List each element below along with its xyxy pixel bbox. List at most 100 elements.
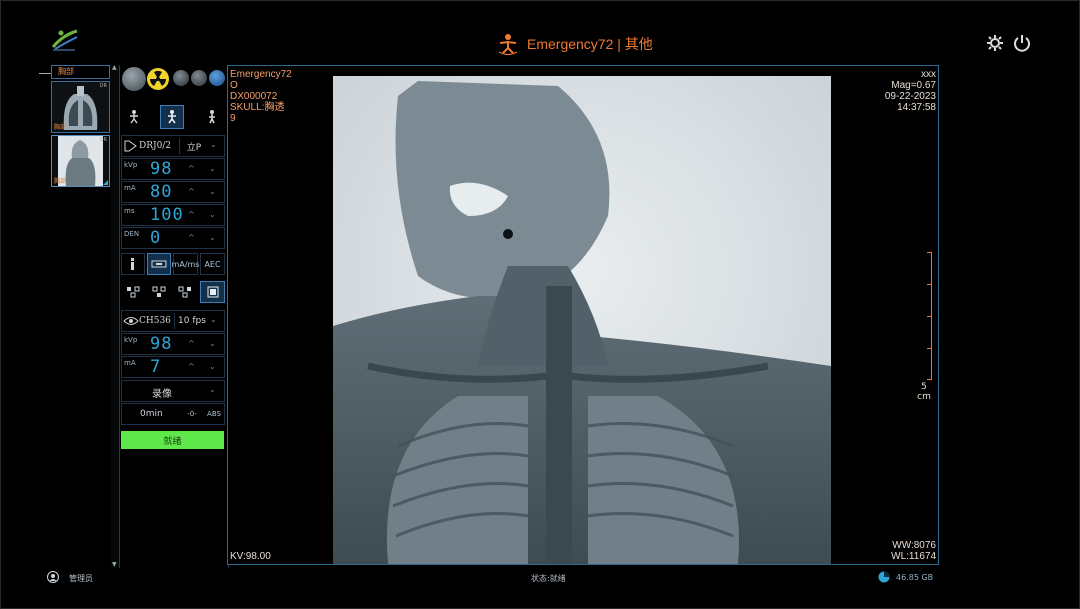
aec-mode-button[interactable]: AEC (200, 253, 225, 275)
abs-button[interactable]: ABS (204, 404, 224, 424)
aec-label: AEC (204, 259, 221, 269)
ma-ms-mode-button[interactable]: mA/ms (171, 253, 200, 275)
scale-label: 5 cm (916, 382, 932, 402)
den-row: DEN 0 ^ ⌄ (121, 227, 225, 249)
status-orb-icon (191, 70, 207, 86)
den-value[interactable]: 0 (150, 228, 161, 248)
decrease-icon[interactable]: ⌄ (209, 339, 216, 348)
logo (51, 29, 78, 51)
fluoro-detector-value[interactable]: CH536 (139, 316, 171, 326)
chevron-down-icon[interactable]: ⌄ (210, 140, 217, 149)
field-center-button[interactable] (147, 281, 171, 303)
status-orb-icon (173, 70, 189, 86)
chamber-icon (151, 260, 167, 268)
kvp-row: kVp 98 ^ ⌄ (121, 158, 225, 180)
field-left-button[interactable] (121, 281, 145, 303)
magnification: Mag=0.67 (891, 80, 936, 91)
detector-value[interactable]: DRJ0/2 (139, 141, 171, 151)
ma-row: mA 80 ^ ⌄ (121, 181, 225, 203)
posture-standing-button[interactable] (121, 105, 147, 129)
scale-value: 5 (921, 382, 927, 392)
standing-person-icon (130, 110, 138, 124)
patient-icon (498, 34, 518, 55)
network-status-icon (209, 70, 225, 86)
thumbnail-label: 胸部 (54, 178, 67, 185)
page-title: Emergency72 | 其他 (527, 36, 653, 52)
info-button[interactable] (121, 253, 145, 275)
fluoro-kvp-row: kVp 98 ^ ⌄ (121, 333, 225, 355)
increase-icon[interactable]: ^ (188, 362, 195, 371)
posture-front-button[interactable] (160, 105, 184, 129)
ms-value[interactable]: 100 (150, 205, 184, 225)
chevron-down-icon: ⌄ (209, 385, 216, 394)
ready-label: 就绪 (163, 436, 182, 447)
fluoro-kvp-value[interactable]: 98 (150, 334, 172, 354)
power-icon[interactable] (1013, 34, 1031, 52)
image-viewer[interactable]: Emergency72 O DX000072 SKULL:胸透 9 xxx Ma… (227, 65, 939, 565)
increase-icon[interactable]: ^ (188, 187, 195, 196)
header-title: Emergency72 | 其他 (497, 32, 653, 56)
field-right-button[interactable] (173, 281, 197, 303)
field-full-icon (207, 286, 218, 298)
body-part: SKULL:胸透 (230, 102, 285, 113)
record-label: 录像 (152, 389, 172, 400)
ready-button[interactable]: 就绪 (121, 431, 224, 449)
series-number: 9 (230, 113, 236, 124)
fluoro-detector-row: CH536 10 fps ⌄ (121, 310, 225, 332)
disk-space: 46.85 GB (896, 573, 934, 582)
decrease-icon[interactable]: ⌄ (209, 210, 216, 219)
field-all-button[interactable] (200, 281, 225, 303)
scroll-down-icon[interactable]: ▼ (112, 561, 117, 568)
user-icon (47, 571, 59, 583)
front-person-icon (168, 110, 176, 124)
thumb-marker (39, 73, 51, 74)
decrease-icon[interactable]: ⌄ (209, 362, 216, 371)
thumbnail-group-header[interactable]: 胸部 (51, 65, 110, 79)
ma-label: mA (124, 184, 136, 192)
posture-side-button[interactable] (199, 105, 225, 129)
chevron-down-icon[interactable]: ⌄ (210, 315, 217, 324)
increase-icon[interactable]: ^ (188, 339, 195, 348)
decrease-icon[interactable]: ⌄ (209, 164, 216, 173)
patient-name: Emergency72 (230, 69, 292, 80)
app-window: Emergency72 | 其他 胸部 DR 胸部 DR 胸部 ▲ ▼ DRJ0… (0, 0, 1080, 609)
scale-ruler (926, 252, 932, 380)
record-select[interactable]: 录像 ⌄ (121, 380, 225, 402)
ma-value[interactable]: 80 (150, 182, 172, 202)
user-name[interactable]: 管理员 (69, 573, 93, 584)
den-label: DEN (124, 230, 140, 238)
ms-label: ms (124, 207, 135, 215)
increase-icon[interactable]: ^ (188, 164, 195, 173)
ma-ms-label: mA/ms (171, 259, 200, 269)
timer-reset-button[interactable]: -0- (182, 404, 202, 424)
thumbnail-tag: DR (99, 83, 107, 89)
decrease-icon[interactable]: ⌄ (209, 233, 216, 242)
side-person-icon (209, 110, 215, 124)
window-width: WW:8076 (892, 540, 936, 551)
timer-value: 0min (140, 409, 163, 419)
decrease-icon[interactable]: ⌄ (209, 187, 216, 196)
detector-row: DRJ0/2 立P ⌄ (121, 135, 225, 157)
thumbnail-image-selected[interactable]: DR 胸部 (51, 135, 110, 187)
fluoro-kvp-label: kVp (124, 336, 138, 344)
fps-select[interactable]: 10 fps (174, 313, 209, 329)
xray-image (228, 66, 938, 564)
scale-unit: cm (917, 392, 931, 402)
gear-icon[interactable] (986, 34, 1004, 52)
position-select[interactable]: 立P (179, 138, 208, 154)
fluoro-ma-value[interactable]: 7 (150, 357, 161, 377)
increase-icon[interactable]: ^ (188, 210, 195, 219)
chamber-button[interactable] (147, 253, 171, 275)
status-text: 状态:就绪 (531, 574, 566, 583)
ms-row: ms 100 ^ ⌄ (121, 204, 225, 226)
eye-icon (123, 317, 139, 325)
info-icon (131, 258, 134, 270)
window-level: WL:11674 (891, 551, 936, 562)
kvp-value[interactable]: 98 (150, 159, 172, 179)
scroll-up-icon[interactable]: ▲ (112, 64, 117, 71)
increase-icon[interactable]: ^ (188, 233, 195, 242)
thumbnail-label: 胸部 (54, 124, 67, 131)
timer-row: 0min -0- ABS (121, 403, 225, 425)
thumbnail-image[interactable]: DR 胸部 (51, 81, 110, 133)
radiation-icon (147, 68, 169, 90)
